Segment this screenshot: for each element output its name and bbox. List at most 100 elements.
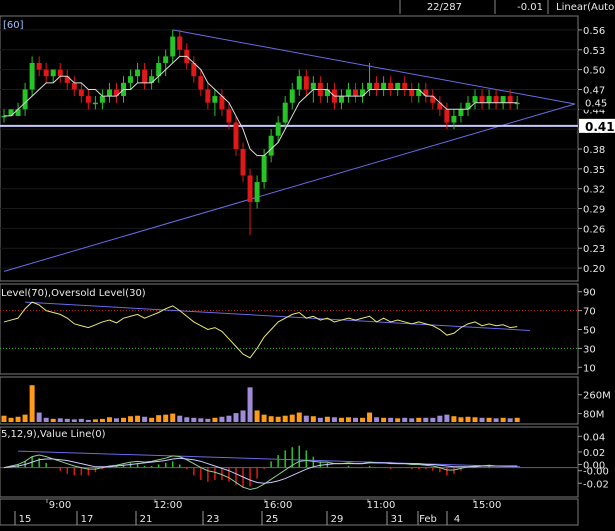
volume-bar (212, 417, 218, 422)
volume-bar (261, 414, 267, 422)
volume-bar (8, 417, 14, 422)
volume-bar (331, 417, 337, 422)
volume-bar (289, 414, 295, 422)
volume-bar (233, 413, 239, 422)
candle-body (402, 82, 408, 90)
macd-y-tick-label: 0.04 (583, 432, 605, 443)
volume-bar (353, 417, 358, 422)
support-price-label: 0.41 (585, 120, 615, 134)
price-y-tick-label: 0.29 (583, 205, 605, 216)
volume-bar (423, 417, 429, 422)
volume-bar (106, 417, 112, 422)
macd-y-tick-label: -0.00 (583, 467, 609, 478)
candle-body (50, 69, 56, 77)
candle-body (500, 96, 506, 103)
candle-body (296, 76, 302, 90)
volume-bar (451, 416, 457, 422)
candle-body (261, 155, 267, 183)
volume-bar (163, 414, 169, 422)
candle-body (353, 89, 358, 97)
x-time-label: 12:00 (154, 500, 183, 511)
x-date-label: Feb (419, 514, 437, 525)
candle-body (493, 96, 499, 103)
candle-body (338, 96, 344, 103)
macd-y-tick-label: -0.02 (583, 479, 609, 490)
volume-bar (367, 412, 373, 422)
volume-bar (121, 417, 127, 422)
volume-bar (338, 417, 344, 422)
volume-bar (486, 417, 492, 422)
candle-body (36, 63, 42, 70)
candle-body (99, 96, 105, 103)
volume-bar (184, 417, 190, 422)
volume-bar (381, 417, 387, 422)
header-strip: 22/287 -0.01 Linear(Auto (0, 0, 615, 14)
candle-body (282, 102, 288, 123)
candle-body (198, 76, 204, 90)
x-date-label: 23 (207, 514, 220, 525)
volume-bar (128, 416, 134, 422)
scale-mode-label[interactable]: Linear(Auto (556, 2, 614, 13)
price-y-tick-label: 0.32 (583, 185, 605, 196)
volume-bar (191, 417, 197, 422)
x-date-label: 29 (331, 514, 344, 525)
candle-body (43, 69, 49, 77)
price-y-tick-label: 0.50 (583, 66, 605, 77)
candle-body (135, 69, 141, 77)
volume-bar (78, 418, 84, 422)
macd-y-tick-label: 0.02 (583, 448, 605, 459)
volume-y-tick-label: 260M (583, 391, 611, 402)
volume-bar (29, 385, 35, 422)
volume-bar (388, 417, 394, 422)
candle-body (367, 82, 373, 90)
candle-body (71, 82, 77, 90)
volume-bar (205, 418, 211, 422)
candle-body (170, 36, 176, 57)
price-y-tick-label: 0.35 (583, 165, 605, 176)
candle-body (177, 36, 183, 50)
candle-body (472, 96, 478, 103)
candle-body (458, 109, 464, 116)
volume-bar (254, 410, 260, 422)
volume-bar (437, 415, 443, 422)
volume-bar (360, 417, 366, 422)
price-change: -0.01 (517, 2, 543, 13)
volume-bar (22, 414, 28, 422)
candle-body (247, 175, 253, 202)
candle-body (233, 122, 239, 149)
candle-body (451, 115, 457, 123)
volume-bar (479, 417, 485, 422)
volume-bar (85, 419, 91, 422)
volume-bar (43, 417, 49, 422)
volume-bar (317, 417, 323, 422)
price-y-tick-label: 0.38 (583, 145, 605, 156)
chart-tag: [60] (3, 20, 24, 31)
volume-bar (430, 417, 436, 422)
x-date-label: 17 (81, 514, 94, 525)
candle-body (395, 82, 401, 90)
candle-body (275, 122, 281, 136)
x-date-label: 4 (454, 514, 460, 525)
candle-body (486, 96, 492, 103)
price-y-tick-label: 0.56 (583, 26, 605, 37)
volume-bar (226, 415, 232, 422)
candle-body (205, 89, 211, 103)
volume-bar (36, 412, 42, 422)
candle-body (92, 102, 98, 105)
volume-bar (282, 415, 288, 422)
x-time-label: 11:00 (367, 500, 396, 511)
x-date-label: 25 (266, 514, 279, 525)
volume-bar (92, 419, 98, 422)
x-date-label: 31 (391, 514, 404, 525)
candle-body (226, 109, 232, 123)
candle-body (163, 56, 169, 63)
candle-body (381, 82, 387, 90)
volume-bar (310, 416, 316, 422)
volume-bar (240, 410, 246, 422)
candle-body (310, 82, 316, 90)
x-date-label: 21 (140, 514, 153, 525)
volume-bar (142, 416, 148, 422)
volume-y-tick-label: 80M (583, 410, 604, 421)
candle-body (409, 89, 415, 97)
volume-bar (303, 415, 309, 422)
